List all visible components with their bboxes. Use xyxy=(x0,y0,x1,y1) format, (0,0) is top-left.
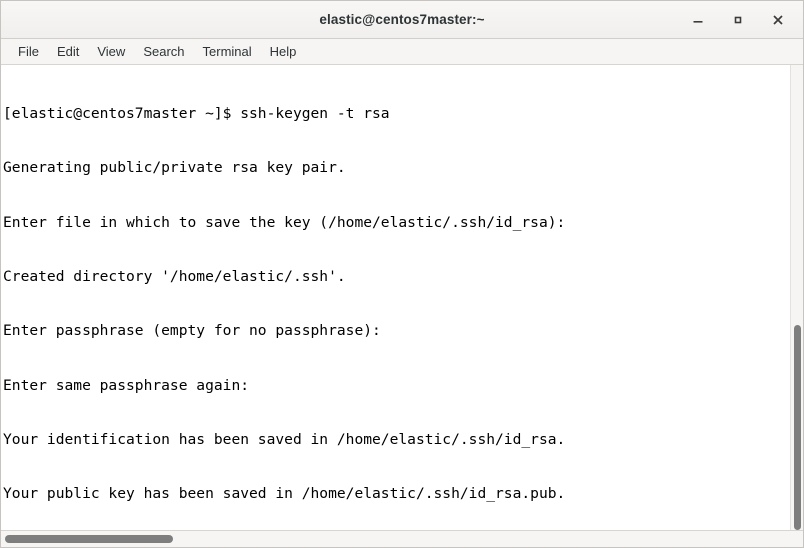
title-bar[interactable]: elastic@centos7master:~ xyxy=(1,1,803,39)
terminal-line: Enter passphrase (empty for no passphras… xyxy=(3,322,381,340)
menu-bar: File Edit View Search Terminal Help xyxy=(1,39,803,65)
menu-item-file[interactable]: File xyxy=(9,42,48,61)
terminal-line: [elastic@centos7master ~]$ ssh-keygen -t… xyxy=(3,105,390,123)
horizontal-scrollbar[interactable] xyxy=(1,530,803,547)
window-controls xyxy=(689,11,803,29)
terminal-line: Enter file in which to save the key (/ho… xyxy=(3,213,566,231)
menu-item-help[interactable]: Help xyxy=(261,42,306,61)
vertical-scrollbar-thumb[interactable] xyxy=(794,325,801,530)
menu-item-search[interactable]: Search xyxy=(134,42,193,61)
window-title: elastic@centos7master:~ xyxy=(319,12,485,27)
terminal-line: Created directory '/home/elastic/.ssh'. xyxy=(3,268,346,286)
terminal-output[interactable]: [elastic@centos7master ~]$ ssh-keygen -t… xyxy=(1,65,790,530)
vertical-scrollbar[interactable] xyxy=(790,65,803,530)
close-button[interactable] xyxy=(769,11,787,29)
menu-item-edit[interactable]: Edit xyxy=(48,42,88,61)
menu-item-view[interactable]: View xyxy=(88,42,134,61)
menu-item-terminal[interactable]: Terminal xyxy=(194,42,261,61)
terminal-body: [elastic@centos7master ~]$ ssh-keygen -t… xyxy=(1,65,803,530)
terminal-line: Your public key has been saved in /home/… xyxy=(3,485,566,503)
minimize-button[interactable] xyxy=(689,11,707,29)
terminal-line: Your identification has been saved in /h… xyxy=(3,430,566,448)
terminal-window: elastic@centos7master:~ File Edit View S… xyxy=(0,0,804,548)
terminal-line: Generating public/private rsa key pair. xyxy=(3,159,346,177)
horizontal-scrollbar-thumb[interactable] xyxy=(5,535,173,543)
maximize-button[interactable] xyxy=(729,11,747,29)
terminal-line: Enter same passphrase again: xyxy=(3,376,250,394)
